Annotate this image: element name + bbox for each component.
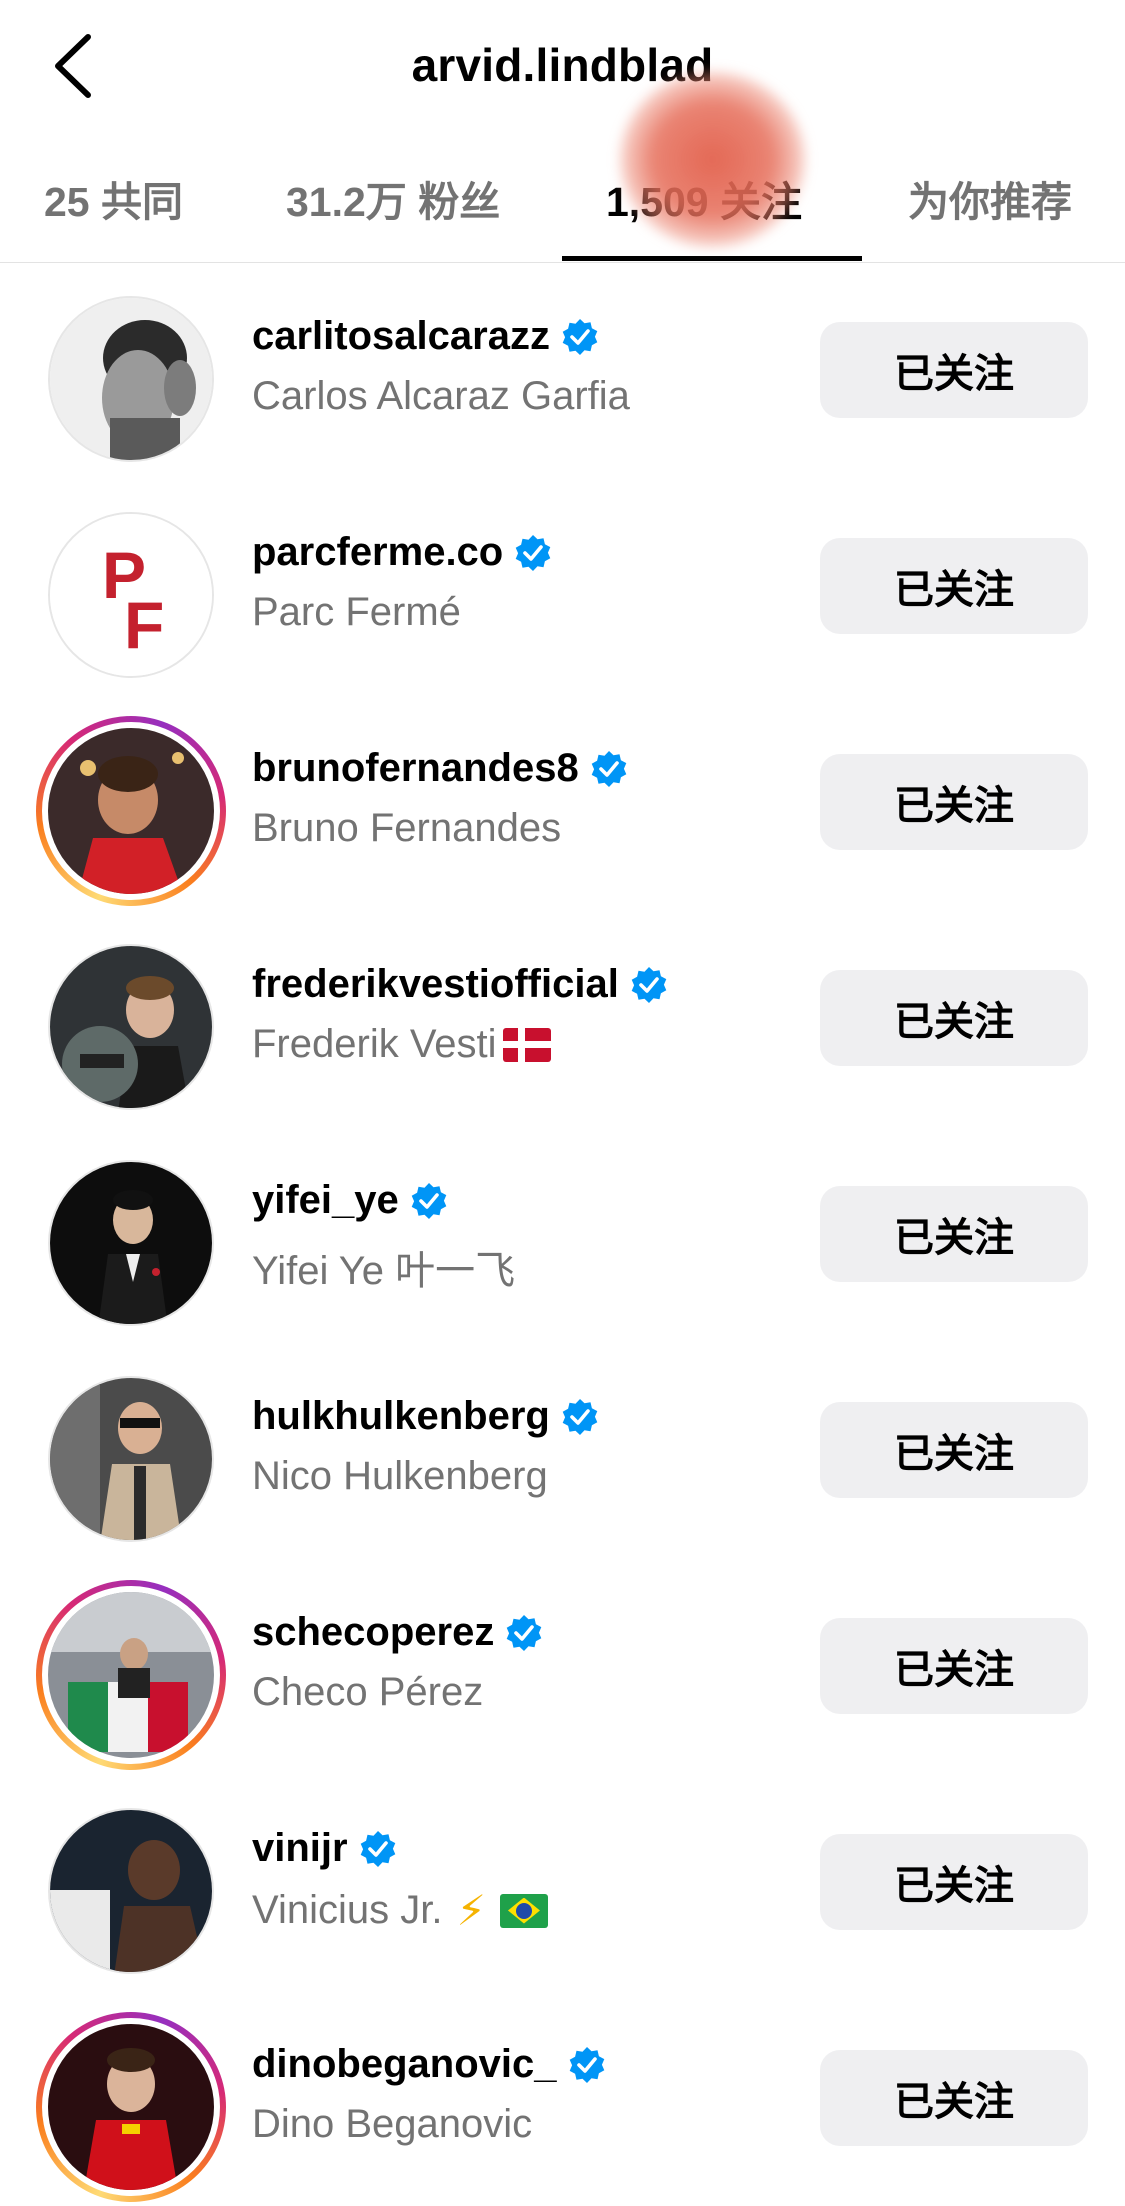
username-text: brunofernandes8 xyxy=(252,746,579,790)
avatar[interactable]: P F xyxy=(36,500,226,690)
username-text: frederikvestiofficial xyxy=(252,962,619,1006)
active-tab-indicator xyxy=(562,256,862,261)
username-text: hulkhulkenberg xyxy=(252,1394,550,1438)
username-text: parcferme.co xyxy=(252,530,504,574)
verified-badge-icon xyxy=(562,318,598,355)
lightning-icon: ⚡ xyxy=(456,1887,486,1934)
avatar-image xyxy=(48,2024,214,2190)
following-button[interactable]: 已关注 xyxy=(820,2050,1088,2146)
username[interactable]: dinobeganovic_ xyxy=(252,2042,607,2087)
avatar[interactable] xyxy=(36,2012,226,2202)
avatar[interactable] xyxy=(36,284,226,474)
username[interactable]: hulkhulkenberg xyxy=(252,1394,600,1439)
username[interactable]: vinijr xyxy=(252,1826,398,1871)
username-text: yifei_ye xyxy=(252,1178,399,1222)
avatar[interactable] xyxy=(36,932,226,1122)
username[interactable]: frederikvestiofficial xyxy=(252,962,669,1007)
list-item[interactable]: P F parcferme.co Parc Fermé 已关注 xyxy=(0,478,1125,694)
avatar-image xyxy=(48,728,214,894)
full-name: Carlos Alcaraz Garfia xyxy=(252,374,630,418)
list-item[interactable]: frederikvestiofficial Frederik Vesti 已关注 xyxy=(0,910,1125,1126)
page-title: arvid.lindblad xyxy=(411,39,714,91)
username[interactable]: yifei_ye xyxy=(252,1178,449,1223)
list-item[interactable]: yifei_ye Yifei Ye 叶一飞 已关注 xyxy=(0,1126,1125,1342)
avatar[interactable] xyxy=(36,1148,226,1338)
list-item[interactable]: carlitosalcarazz Carlos Alcaraz Garfia 已… xyxy=(0,262,1125,478)
username-text: dinobeganovic_ xyxy=(252,2042,557,2086)
verified-badge-icon xyxy=(360,1830,395,1867)
avatar-image xyxy=(48,944,214,1110)
following-button[interactable]: 已关注 xyxy=(820,970,1088,1066)
list-item[interactable]: schecoperez Checo Pérez 已关注 xyxy=(0,1558,1125,1774)
avatar[interactable] xyxy=(36,1796,226,1986)
full-name: Yifei Ye 叶一飞 xyxy=(252,1249,516,1293)
brazil-flag-icon xyxy=(499,1893,548,1928)
list-item[interactable]: vinijr Vinicius Jr. ⚡ 已关注 xyxy=(0,1774,1125,1990)
verified-badge-icon xyxy=(562,1398,598,1435)
avatar[interactable] xyxy=(36,1580,226,1770)
full-name: Parc Fermé xyxy=(252,590,461,634)
following-button[interactable]: 已关注 xyxy=(820,1618,1088,1714)
username[interactable]: schecoperez xyxy=(252,1610,544,1655)
avatar-image xyxy=(48,1376,214,1542)
tab-following[interactable]: 1,509 关注 xyxy=(606,168,802,228)
verified-badge-icon xyxy=(507,1614,542,1651)
full-name: Frederik Vesti xyxy=(252,1022,551,1067)
verified-badge-icon xyxy=(515,534,551,571)
username[interactable]: brunofernandes8 xyxy=(252,746,629,791)
full-name-text: Vinicius Jr. xyxy=(252,1888,443,1932)
full-name: Dino Beganovic xyxy=(252,2102,533,2146)
following-button[interactable]: 已关注 xyxy=(820,538,1088,634)
following-button[interactable]: 已关注 xyxy=(820,1402,1088,1498)
tab-mutual[interactable]: 25 共同 xyxy=(44,168,183,228)
verified-badge-icon xyxy=(411,1182,447,1219)
header: arvid.lindblad xyxy=(0,0,1125,130)
tab-followers[interactable]: 31.2万 粉丝 xyxy=(286,168,500,228)
tab-bar: 25 共同 31.2万 粉丝 1,509 关注 为你推荐 xyxy=(0,150,1125,263)
username-text: carlitosalcarazz xyxy=(252,314,550,358)
list-item[interactable]: hulkhulkenberg Nico Hulkenberg 已关注 xyxy=(0,1342,1125,1558)
tab-suggested[interactable]: 为你推荐 xyxy=(908,168,1072,228)
denmark-flag-icon xyxy=(502,1027,551,1062)
list-item[interactable]: dinobeganovic_ Dino Beganovic 已关注 xyxy=(0,1990,1125,2206)
avatar-image xyxy=(48,1808,214,1974)
following-button[interactable]: 已关注 xyxy=(820,1834,1088,1930)
avatar-image xyxy=(48,1592,214,1758)
full-name: Bruno Fernandes xyxy=(252,806,562,850)
avatar-image: P F xyxy=(48,512,214,678)
full-name-text: Frederik Vesti xyxy=(252,1022,497,1066)
full-name: Vinicius Jr. ⚡ xyxy=(252,1886,548,1935)
following-button[interactable]: 已关注 xyxy=(820,754,1088,850)
username[interactable]: parcferme.co xyxy=(252,530,553,575)
avatar[interactable] xyxy=(36,716,226,906)
logo-letter-f: F xyxy=(124,588,164,662)
verified-badge-icon xyxy=(591,750,627,787)
username-text: vinijr xyxy=(252,1826,348,1870)
list-item[interactable]: brunofernandes8 Bruno Fernandes 已关注 xyxy=(0,694,1125,910)
username-text: schecoperez xyxy=(252,1610,495,1654)
full-name: Nico Hulkenberg xyxy=(252,1454,548,1498)
username[interactable]: carlitosalcarazz xyxy=(252,314,600,359)
following-button[interactable]: 已关注 xyxy=(820,322,1088,418)
verified-badge-icon xyxy=(631,966,667,1003)
full-name: Checo Pérez xyxy=(252,1670,484,1714)
avatar[interactable] xyxy=(36,1364,226,1554)
avatar-image xyxy=(48,1160,214,1326)
verified-badge-icon xyxy=(569,2046,604,2083)
following-button[interactable]: 已关注 xyxy=(820,1186,1088,1282)
avatar-image xyxy=(48,296,214,462)
